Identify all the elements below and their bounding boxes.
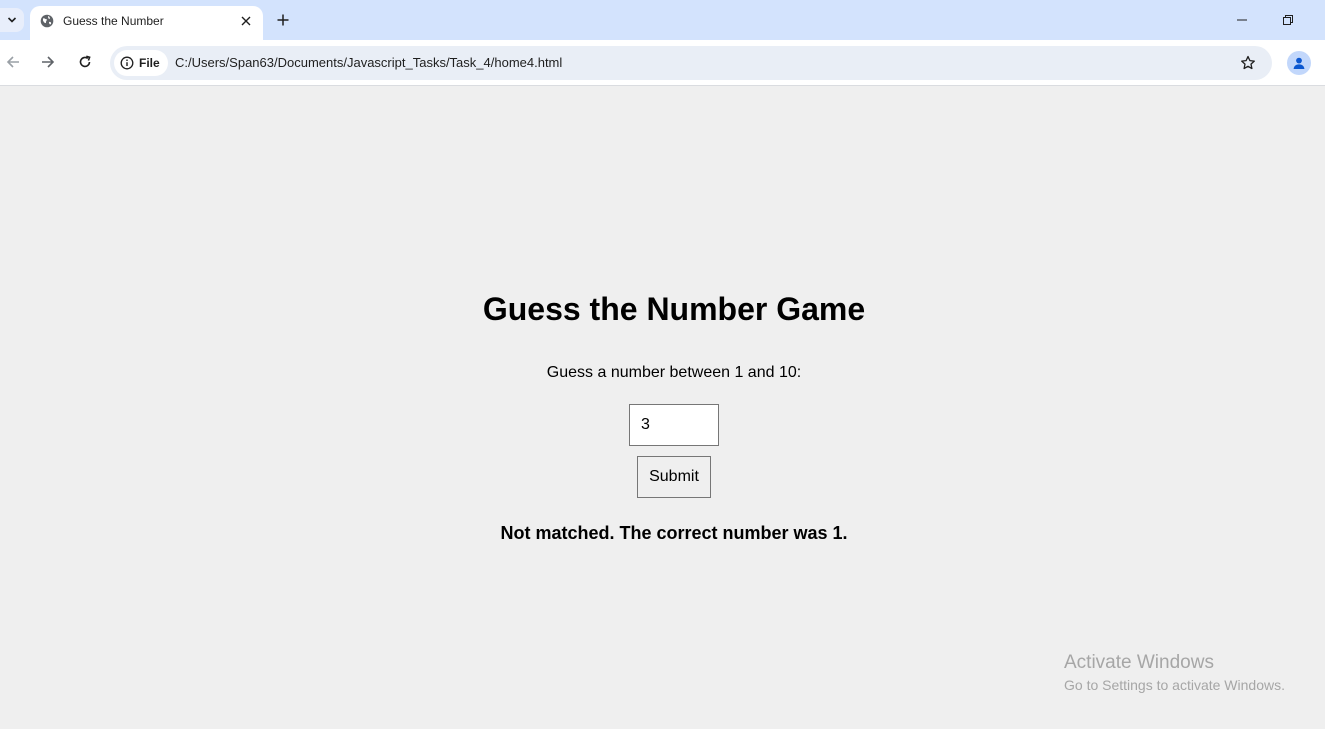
globe-icon [40,14,54,28]
watermark-subtitle: Go to Settings to activate Windows. [1064,677,1285,693]
star-icon [1241,55,1255,70]
guess-prompt: Guess a number between 1 and 10: [546,364,802,381]
bookmark-button[interactable] [1239,54,1257,72]
back-button[interactable] [3,52,23,72]
tab-strip: Guess the Number [0,0,1325,40]
back-arrow-icon [6,56,19,68]
site-chip-label: File [139,56,160,70]
url-text[interactable]: C:/Users/Span63/Documents/Javascript_Tas… [175,55,562,70]
watermark-title: Activate Windows [1064,652,1214,673]
address-bar[interactable]: File C:/Users/Span63/Documents/Javascrip… [110,46,1272,80]
minimize-button[interactable] [1232,10,1252,30]
browser-toolbar: File C:/Users/Span63/Documents/Javascrip… [0,40,1325,86]
forward-button[interactable] [38,52,58,72]
page-title: Guess the Number Game [482,291,866,327]
activation-watermark: Activate Windows Go to Settings to activ… [1064,652,1285,693]
profile-button[interactable] [1287,51,1311,75]
tab-close-button[interactable] [238,13,254,29]
browser-tab[interactable]: Guess the Number [30,6,263,40]
reload-button[interactable] [75,52,95,72]
minimize-icon [1237,19,1247,21]
tab-search-icon [7,17,17,23]
forward-arrow-icon [42,56,55,68]
profile-icon [1293,57,1305,69]
tab-search-button[interactable] [0,8,24,32]
info-icon [120,56,134,70]
tab-title: Guess the Number [63,14,164,28]
restore-button[interactable] [1278,10,1298,30]
result-message: Not matched. The correct number was 1. [500,523,848,543]
submit-button[interactable]: Submit [637,456,711,498]
new-tab-button[interactable] [274,11,292,29]
restore-icon [1283,15,1293,25]
site-info-chip[interactable]: File [114,50,168,76]
close-icon [241,16,251,26]
guess-input[interactable] [629,404,719,446]
page-content: Guess the Number Game Guess a number bet… [0,87,1325,729]
reload-icon [79,55,91,68]
plus-icon [277,14,289,26]
